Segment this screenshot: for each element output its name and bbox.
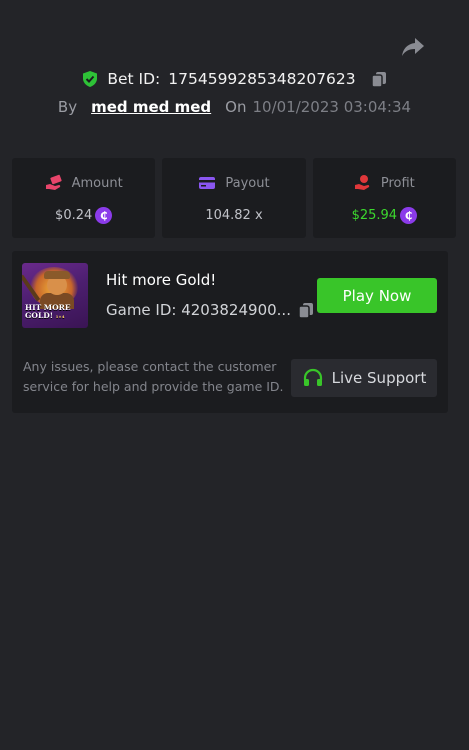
hand-money-icon (45, 174, 63, 192)
game-id-row: Game ID: 4203824900... (106, 300, 315, 320)
game-title: Hit more Gold! (106, 271, 217, 289)
card-icon (198, 174, 216, 192)
payout-card: Payout 104.82 x (162, 158, 306, 238)
bet-stats: Amount $0.24 ₵ Payout 104.82 x Profit $2… (12, 158, 456, 238)
payout-value: 104.82 x (205, 207, 263, 223)
currency-coin-icon: ₵ (95, 206, 113, 224)
profit-value: $25.94 (351, 207, 398, 223)
amount-value: $0.24 (55, 207, 93, 223)
hand-coin-icon (354, 174, 372, 192)
amount-label: Amount (71, 175, 123, 191)
bet-detail-page: Bet ID: 1754599285348207623 By med med m… (0, 0, 469, 750)
author-row: By med med med On 10/01/2023 03:04:34 (0, 96, 469, 118)
profit-label: Profit (380, 175, 415, 191)
game-id-value: Game ID: 4203824900... (106, 301, 291, 319)
amount-card: Amount $0.24 ₵ (12, 158, 156, 238)
verified-shield-icon (81, 70, 99, 88)
bet-id-value: 1754599285348207623 (168, 70, 356, 88)
game-card: HIT MORE GOLD! 1×4 Hit more Gold! Game I… (12, 251, 448, 413)
profit-card: Profit $25.94 ₵ (312, 158, 456, 238)
game-logo: HIT MORE GOLD! 1×4 (25, 303, 71, 320)
game-thumbnail[interactable]: HIT MORE GOLD! 1×4 (22, 263, 88, 328)
play-now-button[interactable]: Play Now (317, 278, 437, 313)
bet-id-row: Bet ID: 1754599285348207623 (0, 66, 469, 92)
live-support-label: Live Support (331, 369, 427, 387)
share-icon[interactable] (400, 34, 426, 60)
payout-label: Payout (225, 175, 270, 191)
live-support-button[interactable]: Live Support (291, 359, 437, 397)
support-notice: Any issues, please contact the customer … (23, 359, 284, 394)
currency-coin-icon: ₵ (400, 206, 418, 224)
copy-bet-id-icon[interactable] (370, 70, 388, 88)
bet-datetime: 10/01/2023 03:04:34 (252, 98, 412, 116)
username-link[interactable]: med med med (91, 98, 211, 116)
copy-game-id-icon[interactable] (297, 301, 315, 319)
headset-icon (302, 367, 324, 389)
on-label: On (225, 98, 247, 116)
bet-id-label: Bet ID: (107, 70, 161, 88)
by-label: By (57, 98, 78, 116)
